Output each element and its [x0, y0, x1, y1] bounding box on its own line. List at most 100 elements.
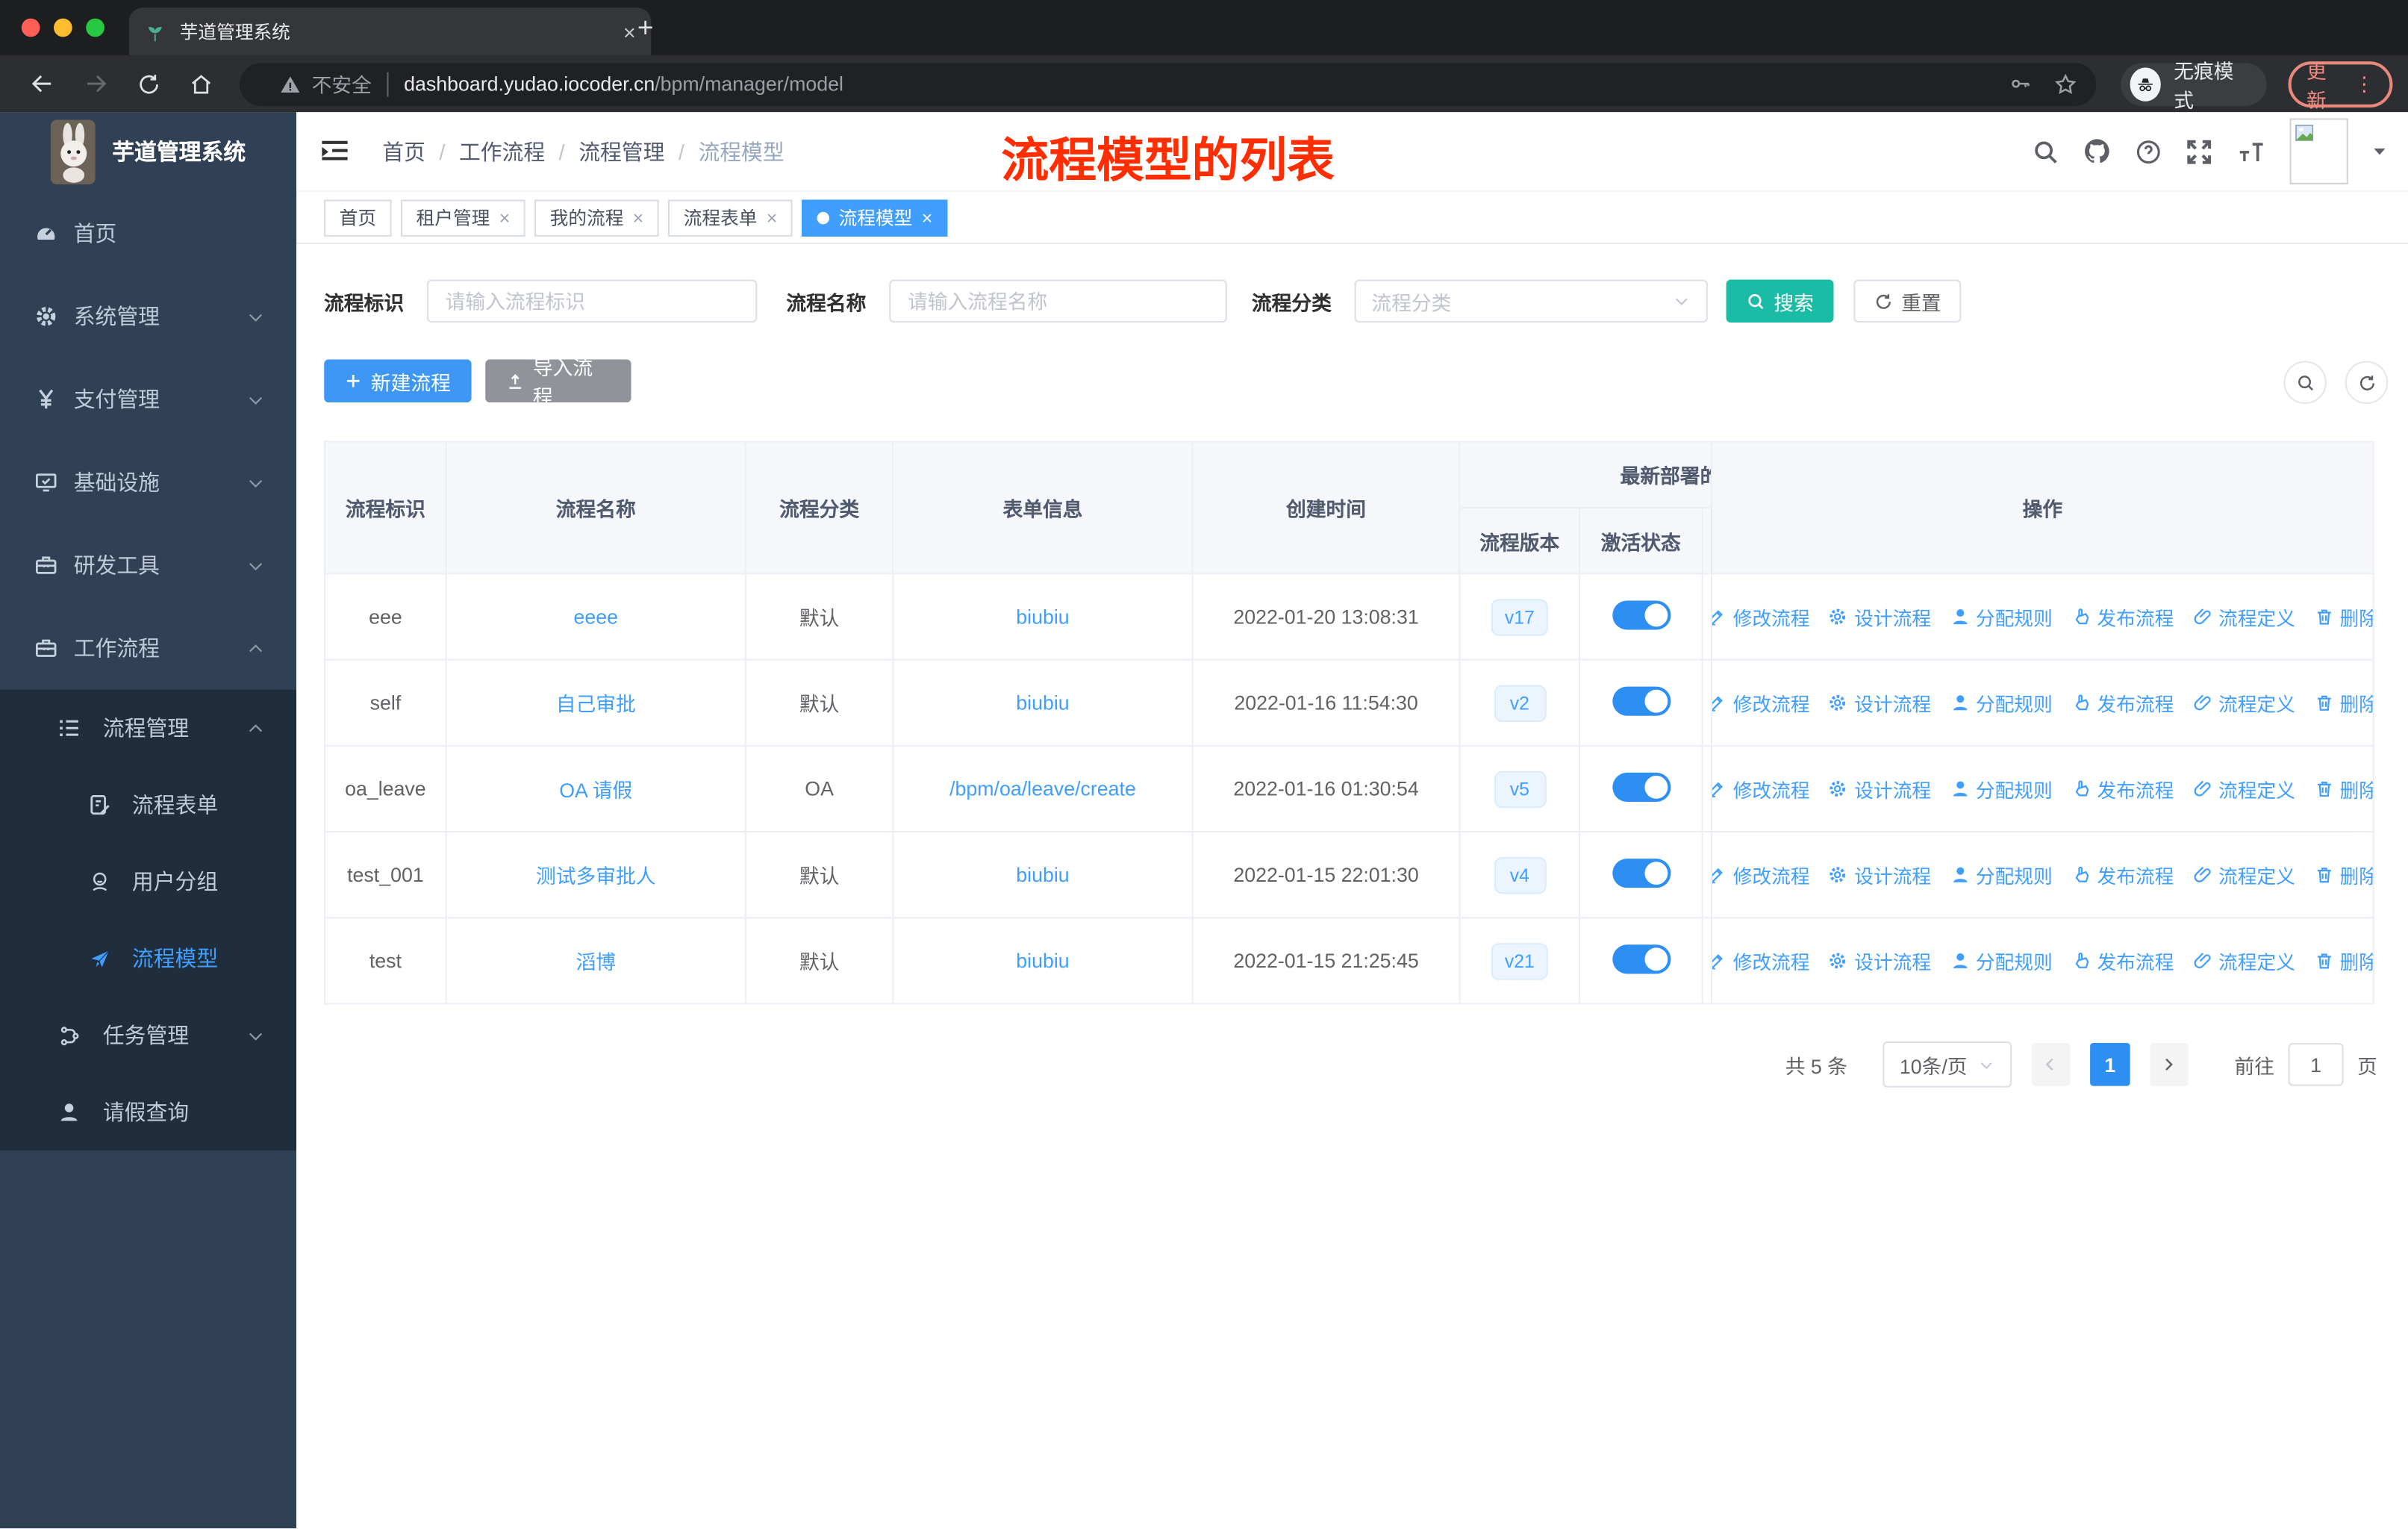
action-分配规则[interactable]: 分配规则: [1950, 946, 2053, 975]
active-status-toggle[interactable]: [1612, 600, 1671, 629]
sidebar-item-研发工具[interactable]: 研发工具: [0, 524, 296, 607]
tag-close-icon[interactable]: ×: [499, 207, 510, 228]
security-label[interactable]: 不安全: [312, 69, 372, 99]
create-process-button[interactable]: 新建流程: [324, 359, 472, 403]
sidebar-item-任务管理[interactable]: 任务管理: [0, 997, 296, 1074]
sidebar-item-流程管理[interactable]: 流程管理: [0, 690, 296, 767]
cell-process-name-link[interactable]: 滔博: [445, 917, 746, 1005]
browser-update-button[interactable]: 更新 ⋮: [2288, 59, 2393, 111]
action-修改流程[interactable]: 修改流程: [1713, 946, 1810, 975]
process-name-input[interactable]: [889, 279, 1227, 323]
breadcrumb-workflow[interactable]: 工作流程: [459, 136, 545, 166]
cell-form-link[interactable]: biubiu: [892, 658, 1194, 747]
sidebar-item-首页[interactable]: 首页: [0, 192, 296, 275]
action-修改流程[interactable]: 修改流程: [1713, 602, 1810, 632]
tag-close-icon[interactable]: ×: [633, 207, 643, 228]
chevron-down-icon[interactable]: [2371, 143, 2389, 160]
breadcrumb-process-mgmt[interactable]: 流程管理: [578, 136, 664, 166]
action-删除[interactable]: 删除: [2314, 688, 2372, 717]
import-process-button[interactable]: 导入流程: [485, 356, 631, 408]
tag-close-icon[interactable]: ×: [922, 207, 932, 228]
active-status-toggle[interactable]: [1612, 858, 1671, 888]
zoom-window-button[interactable]: [86, 18, 105, 37]
key-icon[interactable]: [2009, 72, 2032, 96]
cell-process-name-link[interactable]: OA 请假: [445, 744, 746, 833]
action-分配规则[interactable]: 分配规则: [1950, 774, 2053, 803]
action-发布流程[interactable]: 发布流程: [2071, 774, 2174, 803]
category-select[interactable]: 流程分类: [1354, 279, 1708, 323]
sidebar-item-流程模型[interactable]: 流程模型: [0, 920, 296, 997]
action-删除[interactable]: 删除: [2314, 946, 2372, 975]
action-流程定义[interactable]: 流程定义: [2192, 946, 2295, 975]
minimize-window-button[interactable]: [54, 18, 72, 37]
sidebar-item-用户分组[interactable]: 用户分组: [0, 844, 296, 921]
home-icon[interactable]: [189, 72, 213, 96]
action-设计流程[interactable]: 设计流程: [1828, 860, 1931, 889]
reset-button[interactable]: 重置: [1853, 279, 1962, 323]
tag-tab-我的流程[interactable]: 我的流程 ×: [534, 199, 659, 236]
help-icon[interactable]: [2135, 137, 2162, 165]
tag-tab-租户管理[interactable]: 租户管理 ×: [401, 199, 525, 236]
tag-tab-流程模型[interactable]: 流程模型 ×: [802, 199, 948, 236]
cell-process-name-link[interactable]: 自己审批: [445, 658, 746, 747]
cell-process-name-link[interactable]: eeee: [445, 573, 746, 661]
user-avatar[interactable]: [2289, 118, 2348, 184]
action-流程定义[interactable]: 流程定义: [2192, 774, 2295, 803]
github-icon[interactable]: [2083, 137, 2112, 166]
action-流程定义[interactable]: 流程定义: [2192, 860, 2295, 889]
tag-tab-首页[interactable]: 首页: [324, 199, 392, 236]
action-删除[interactable]: 删除: [2314, 774, 2372, 803]
action-设计流程[interactable]: 设计流程: [1828, 602, 1931, 632]
action-分配规则[interactable]: 分配规则: [1950, 860, 2053, 889]
action-设计流程[interactable]: 设计流程: [1828, 946, 1931, 975]
action-分配规则[interactable]: 分配规则: [1950, 688, 2053, 717]
reload-icon[interactable]: [137, 72, 161, 96]
action-分配规则[interactable]: 分配规则: [1950, 602, 2053, 632]
action-删除[interactable]: 删除: [2314, 602, 2372, 632]
sidebar-item-请假查询[interactable]: 请假查询: [0, 1074, 296, 1150]
tag-tab-流程表单[interactable]: 流程表单 ×: [668, 199, 793, 236]
update-label[interactable]: 更新: [2306, 55, 2342, 113]
traffic-lights[interactable]: [21, 18, 105, 37]
breadcrumb-home[interactable]: 首页: [382, 136, 425, 166]
collapse-sidebar-icon[interactable]: [319, 135, 350, 166]
browser-menu-icon[interactable]: ⋮: [2354, 72, 2374, 96]
refresh-table-button[interactable]: [2345, 361, 2389, 405]
cell-form-link[interactable]: biubiu: [892, 917, 1194, 1005]
page-number-1[interactable]: 1: [2090, 1042, 2130, 1086]
next-page-button[interactable]: [2150, 1042, 2189, 1086]
action-设计流程[interactable]: 设计流程: [1828, 774, 1931, 803]
action-修改流程[interactable]: 修改流程: [1713, 688, 1810, 717]
show-search-toggle-button[interactable]: [2283, 361, 2327, 405]
action-流程定义[interactable]: 流程定义: [2192, 602, 2295, 632]
action-流程定义[interactable]: 流程定义: [2192, 688, 2295, 717]
action-发布流程[interactable]: 发布流程: [2071, 688, 2174, 717]
goto-page-input[interactable]: [2288, 1042, 2344, 1086]
action-发布流程[interactable]: 发布流程: [2071, 602, 2174, 632]
sidebar-item-流程表单[interactable]: 流程表单: [0, 767, 296, 844]
browser-tab[interactable]: 芋道管理系统 ×: [128, 7, 652, 56]
action-删除[interactable]: 删除: [2314, 860, 2372, 889]
sidebar-item-基础设施[interactable]: 基础设施: [0, 440, 296, 523]
new-tab-button[interactable]: +: [637, 12, 654, 44]
action-修改流程[interactable]: 修改流程: [1713, 860, 1810, 889]
prev-page-button[interactable]: [2031, 1042, 2071, 1086]
back-icon[interactable]: [29, 71, 55, 97]
active-status-toggle[interactable]: [1612, 944, 1671, 974]
sidebar-item-系统管理[interactable]: 系统管理: [0, 275, 296, 358]
search-icon[interactable]: [2032, 137, 2059, 165]
tag-close-icon[interactable]: ×: [767, 207, 777, 228]
action-修改流程[interactable]: 修改流程: [1713, 774, 1810, 803]
sidebar-item-支付管理[interactable]: 支付管理: [0, 358, 296, 440]
forward-icon[interactable]: [83, 71, 109, 97]
action-设计流程[interactable]: 设计流程: [1828, 688, 1931, 717]
cell-form-link[interactable]: /bpm/oa/leave/create: [892, 744, 1194, 833]
address-bar[interactable]: 不安全 dashboard.yudao.iocoder.cn/bpm/manag…: [239, 62, 2097, 105]
close-window-button[interactable]: [21, 18, 40, 37]
sidebar-item-工作流程[interactable]: 工作流程: [0, 607, 296, 690]
active-status-toggle[interactable]: [1612, 771, 1671, 801]
search-button[interactable]: 搜索: [1726, 279, 1834, 323]
tab-close-icon[interactable]: ×: [623, 19, 636, 44]
cell-form-link[interactable]: biubiu: [892, 831, 1194, 919]
font-size-icon[interactable]: [2236, 137, 2267, 165]
